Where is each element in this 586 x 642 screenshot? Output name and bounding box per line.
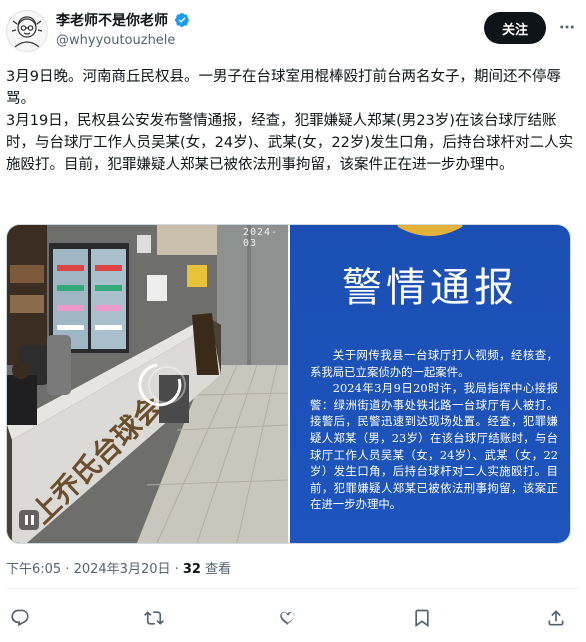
notice-title: 警情通报 <box>342 265 518 311</box>
video-timestamp-overlay: 2024-03 <box>243 227 279 249</box>
police-emblem-icon <box>397 225 463 236</box>
divider <box>6 588 580 589</box>
retweet-icon[interactable] <box>142 606 166 630</box>
post-text: 3月9日晚。河南商丘民权县。一男子在台球室用棍棒殴打前台两名女子，期间还不停辱骂… <box>6 66 578 176</box>
share-icon[interactable] <box>544 606 568 630</box>
post-meta: 下午6:05 · 2024年3月20日 · 32 查看 <box>6 558 231 577</box>
video-player[interactable]: 上乔氏台球会 2024-03 <box>7 225 288 543</box>
notice-paragraph: 2024年3月9日20时许，我局指挥中心接报警：绿洲街道办事处铁北路一台球厅有人… <box>310 381 558 512</box>
verified-badge-icon <box>175 13 189 27</box>
pause-icon[interactable] <box>19 510 39 530</box>
reply-icon[interactable] <box>8 606 32 630</box>
avatar[interactable] <box>6 10 48 52</box>
author-name-row: 李老师不是你老师 <box>56 10 190 30</box>
post-timestamp[interactable]: 下午6:05 · 2024年3月20日 · <box>6 562 183 577</box>
post-paragraph: 3月19日，民权县公安发布警情通报，经查，犯罪嫌疑人郑某(男23岁)在该台球厅结… <box>6 113 574 173</box>
follow-button[interactable]: 关注 <box>484 12 546 44</box>
notice-body: 关于网传我县一台球厅打人视频，经核查，系我局已立案侦办的一起案件。 2024年3… <box>310 347 558 513</box>
like-icon[interactable] <box>276 606 300 630</box>
views-label: 查看 <box>200 562 232 577</box>
notice-paragraph: 关于网传我县一台球厅打人视频，经核查，系我局已立案侦办的一起案件。 <box>310 348 558 379</box>
views-count: 32 <box>182 562 201 577</box>
post-header: 李老师不是你老师 @whyyoutouzhele 关注 <box>0 0 586 62</box>
author-handle[interactable]: @whyyoutouzhele <box>56 33 175 48</box>
bookmark-icon[interactable] <box>410 606 434 630</box>
media-grid: 上乔氏台球会 2024-03 警情通报 关于网传我县一台球厅打人视频，经核查，系… <box>6 224 571 544</box>
police-notice-image[interactable]: 警情通报 关于网传我县一台球厅打人视频，经核查，系我局已立案侦办的一起案件。 2… <box>290 225 570 543</box>
surveillance-video-frame: 上乔氏台球会 <box>7 225 288 543</box>
avatar-drawing-icon <box>7 11 47 51</box>
more-icon[interactable] <box>554 14 580 40</box>
action-bar <box>0 600 586 636</box>
author-name[interactable]: 李老师不是你老师 <box>56 10 168 30</box>
post-paragraph: 3月9日晚。河南商丘民权县。一男子在台球室用棍棒殴打前台两名女子，期间还不停辱骂… <box>6 69 561 107</box>
